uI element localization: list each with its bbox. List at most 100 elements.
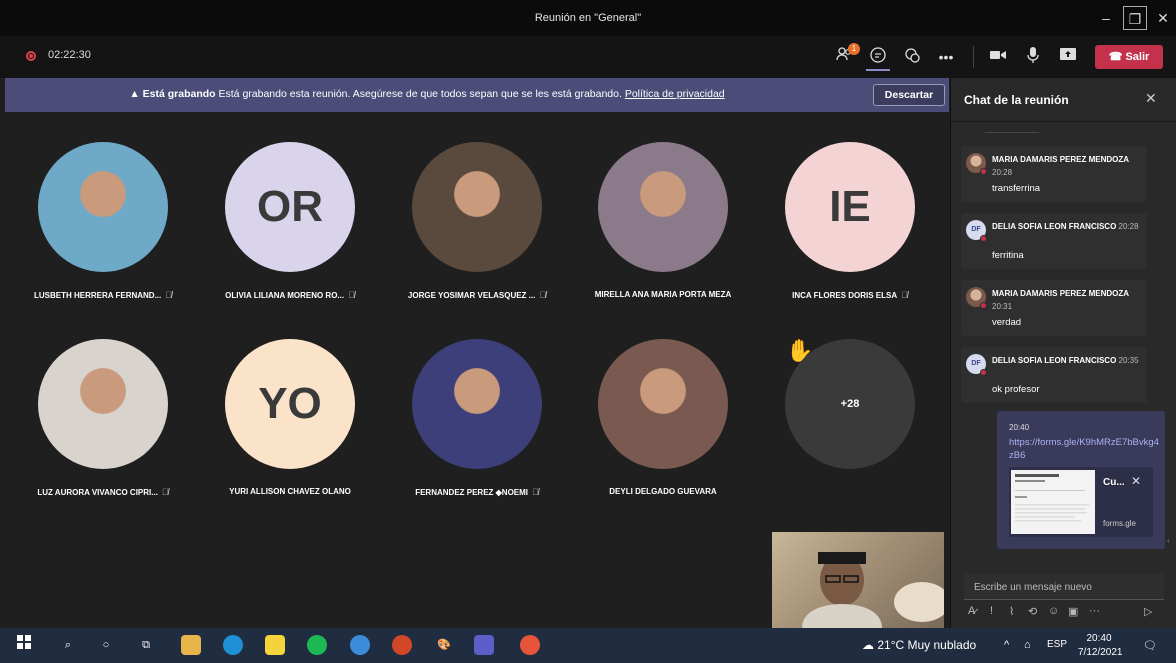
- chat-close-icon[interactable]: ✕: [1145, 90, 1157, 107]
- windows-start-icon[interactable]: [14, 635, 34, 655]
- attach-icon[interactable]: ⌇: [1009, 605, 1014, 618]
- sender-name: MARIA DAMARIS PEREZ MENDOZA: [992, 289, 1129, 298]
- my-message: 20:40 https://forms.gle/K9hMRzE7bBvkg4zB…: [997, 411, 1165, 549]
- mic-off-icon: 🎙̸: [539, 290, 547, 300]
- link-preview-domain: forms.gle: [1103, 519, 1136, 528]
- share-screen-icon: [1060, 48, 1076, 60]
- participants-button[interactable]: 1: [834, 43, 860, 68]
- camera-button[interactable]: [987, 46, 1009, 68]
- powerpoint-icon[interactable]: [392, 635, 412, 655]
- chrome-profile-icon[interactable]: [350, 635, 370, 655]
- scroll-indicator: ‹: [1167, 536, 1170, 545]
- leave-button[interactable]: ☎ Salir: [1095, 45, 1163, 69]
- title-bar: Reunión en "General" – ❐ ✕: [0, 0, 1176, 36]
- mic-off-icon: 🎙̸: [901, 290, 908, 300]
- microphone-icon: [1027, 47, 1039, 63]
- chat-bubble-icon: [870, 47, 886, 63]
- message-text: ferritina: [992, 250, 1024, 261]
- close-window-button[interactable]: ✕: [1151, 6, 1175, 30]
- forms-link[interactable]: https://forms.gle/K9hMRzE7bBvkg4zB6: [1009, 436, 1159, 462]
- participant-avatar: [38, 339, 168, 469]
- format-icon[interactable]: A̷: [968, 605, 975, 617]
- participant-avatar: [412, 339, 542, 469]
- message-time: 20:31: [992, 302, 1013, 311]
- banner-bold: Está grabando: [142, 88, 216, 100]
- participant-name: JORGE YOSIMAR VELASQUEZ ... 🎙̸: [377, 290, 577, 300]
- ime-icon[interactable]: ⌂: [1024, 639, 1031, 651]
- cortana-icon[interactable]: ○: [96, 635, 116, 655]
- emoji-icon[interactable]: ☺: [1048, 605, 1059, 617]
- spotify-icon[interactable]: [307, 635, 327, 655]
- status-dot: [980, 369, 987, 376]
- reactions-button[interactable]: [901, 46, 923, 68]
- link-preview-close[interactable]: ✕: [1131, 474, 1141, 488]
- restore-button[interactable]: ❐: [1123, 6, 1147, 30]
- chat-message: DF DELIA SOFIA LEON FRANCISCO 20:35 ok pro…: [961, 347, 1147, 403]
- chat-toggle-button[interactable]: [867, 46, 889, 68]
- sender-name: DELIA SOFIA LEON FRANCISCO: [992, 356, 1117, 365]
- notification-icon[interactable]: 🗨: [1143, 639, 1157, 652]
- chat-panel: Chat de la reunión ✕ MARIA DAMARIS PEREZ…: [950, 78, 1176, 628]
- participant-name: MIRELLA ANA MARIA PORTA MEZA: [563, 290, 763, 299]
- mic-off-icon: 🎙̸: [348, 290, 355, 300]
- more-options-button[interactable]: •••: [935, 46, 957, 68]
- participant-name: INCA FLORES DORIS ELSA 🎙̸: [750, 290, 950, 300]
- sender-name: MARIA DAMARIS PEREZ MENDOZA: [992, 155, 1129, 164]
- share-screen-button[interactable]: [1057, 46, 1079, 68]
- system-clock[interactable]: 20:40 7/12/2021: [1078, 632, 1123, 660]
- sticky-notes-icon[interactable]: [265, 635, 285, 655]
- participant-name: LUZ AURORA VIVANCO CIPRI... 🎙̸: [3, 487, 203, 497]
- microphone-button[interactable]: [1022, 46, 1044, 68]
- minimize-button[interactable]: –: [1094, 6, 1118, 30]
- recording-banner: ▲ Está grabando Está grabando esta reuni…: [5, 78, 949, 112]
- participant-avatar: [598, 142, 728, 272]
- message-time: 20:28: [1118, 222, 1139, 231]
- participant-name-text: JORGE YOSIMAR VELASQUEZ ...: [407, 291, 536, 300]
- chat-message: DF DELIA SOFIA LEON FRANCISCO 20:28 ferrit…: [961, 213, 1147, 269]
- search-icon[interactable]: ⌕: [58, 635, 78, 655]
- task-view-icon[interactable]: ⧉: [136, 635, 156, 655]
- participant-name-text: LUSBETH HERRERA FERNAND...: [33, 291, 162, 300]
- chat-message: MARIA DAMARIS PEREZ MENDOZA 20:31 verdad: [961, 280, 1147, 336]
- participant-name-text: INCA FLORES DORIS ELSA: [792, 291, 898, 300]
- priority-icon[interactable]: !: [990, 605, 993, 617]
- sender-name: DELIA SOFIA LEON FRANCISCO: [992, 222, 1117, 231]
- reaction-icon: [905, 48, 920, 63]
- message-input[interactable]: [974, 579, 1154, 595]
- compose-toolbar: A̷ ! ⌇ ⟲ ☺ ▣ ··· ▷: [968, 605, 1168, 623]
- send-icon[interactable]: ▷: [1144, 605, 1152, 618]
- link-preview-title: Cu...: [1103, 477, 1125, 488]
- compose-box[interactable]: [964, 574, 1164, 600]
- participant-name: FERNANDEZ PEREZ ◆NOEMI 🎙̸: [377, 487, 577, 497]
- meeting-toolbar: 02:22:30 1 ••• ☎ Salir: [0, 36, 1176, 78]
- chat-message: MARIA DAMARIS PEREZ MENDOZA 20:28 transfe…: [961, 146, 1147, 202]
- gif-icon[interactable]: ▣: [1068, 605, 1078, 618]
- tray-expand-icon[interactable]: ^: [1004, 639, 1009, 651]
- chrome-icon[interactable]: [520, 635, 540, 655]
- privacy-policy-link[interactable]: Política de privacidad: [625, 88, 725, 100]
- toolbar-divider: [973, 46, 974, 68]
- clock-time: 20:40: [1086, 633, 1112, 644]
- participant-name: DEYLI DELGADO GUEVARA: [563, 487, 763, 496]
- edge-icon[interactable]: [223, 635, 243, 655]
- loop-icon[interactable]: ⟲: [1028, 605, 1037, 618]
- message-sender: MARIA DAMARIS PEREZ MENDOZA 20:31: [992, 287, 1142, 313]
- cloud-icon: ☁: [862, 638, 878, 652]
- meeting-timer: 02:22:30: [48, 49, 91, 61]
- status-dot: [980, 168, 987, 175]
- language-indicator[interactable]: ESP: [1047, 639, 1067, 650]
- weather-widget[interactable]: ☁ 21°C Muy nublado: [862, 638, 976, 652]
- overflow-participants[interactable]: +28: [785, 339, 915, 469]
- file-explorer-icon[interactable]: [181, 635, 201, 655]
- participant-avatar: [412, 142, 542, 272]
- dismiss-button[interactable]: Descartar: [873, 84, 945, 106]
- self-video[interactable]: [772, 532, 944, 628]
- my-message-time: 20:40: [1009, 423, 1030, 432]
- paint-icon[interactable]: 🎨: [434, 635, 454, 655]
- participant-name-text: DEYLI DELGADO GUEVARA: [609, 487, 717, 496]
- teams-icon[interactable]: [474, 635, 494, 655]
- clock-date: 7/12/2021: [1078, 647, 1123, 658]
- participant-name-text: MIRELLA ANA MARIA PORTA MEZA: [594, 290, 732, 299]
- link-preview-card[interactable]: Cu... ✕ forms.gle: [1009, 467, 1153, 537]
- more-compose-icon[interactable]: ···: [1089, 605, 1100, 617]
